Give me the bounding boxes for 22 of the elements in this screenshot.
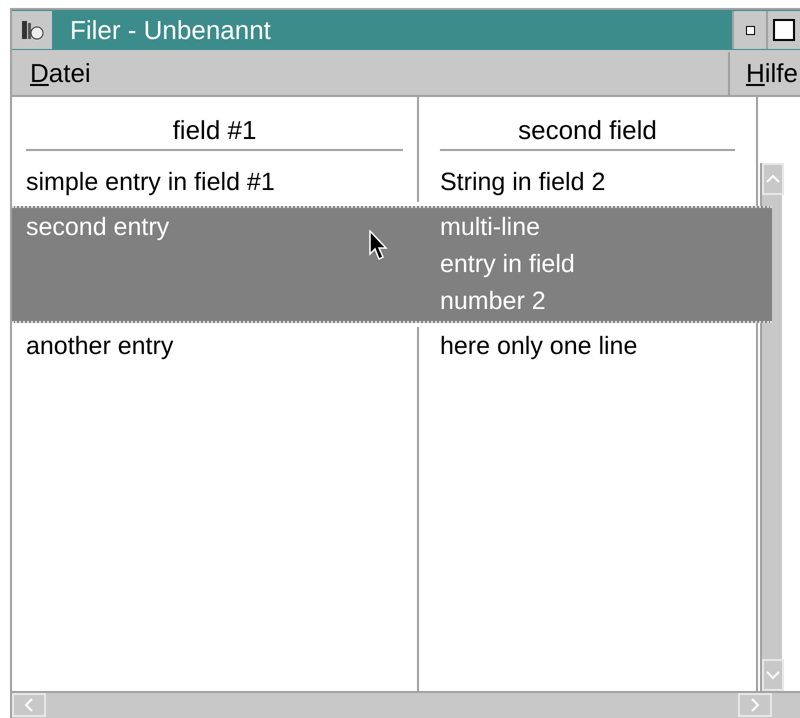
table-cell-text: multi-line entry in field number 2 bbox=[440, 212, 576, 317]
scroll-right-button[interactable] bbox=[738, 693, 772, 717]
column-header: second field bbox=[440, 111, 735, 151]
maximize-button[interactable] bbox=[766, 11, 800, 49]
table-row[interactable]: simple entry in field #1 String in field 2 bbox=[12, 163, 756, 202]
app-icon[interactable] bbox=[12, 11, 52, 49]
minimize-button[interactable] bbox=[732, 11, 766, 49]
menu-item[interactable]: Hilfe bbox=[728, 52, 800, 95]
table-cell-text: second entry bbox=[26, 212, 170, 243]
scroll-up-button[interactable] bbox=[762, 163, 784, 195]
column-header: field #1 bbox=[26, 111, 403, 151]
window-title: Filer - Unbenannt bbox=[70, 14, 272, 46]
table-cell-text: another entry bbox=[26, 331, 174, 362]
table-row[interactable]: another entry here only one line bbox=[12, 327, 756, 366]
table-cell-text: String in field 2 bbox=[440, 167, 606, 198]
menu-item[interactable]: Datei bbox=[12, 52, 109, 95]
mouse-pointer-icon bbox=[369, 230, 389, 262]
scroll-left-button[interactable] bbox=[12, 693, 46, 717]
scroll-down-button[interactable] bbox=[762, 659, 784, 691]
table-cell-text: here only one line bbox=[440, 331, 638, 362]
selected-row[interactable]: second entry multi-line entry in field number 2 bbox=[12, 206, 772, 323]
table-cell-text: simple entry in field #1 bbox=[26, 167, 276, 198]
